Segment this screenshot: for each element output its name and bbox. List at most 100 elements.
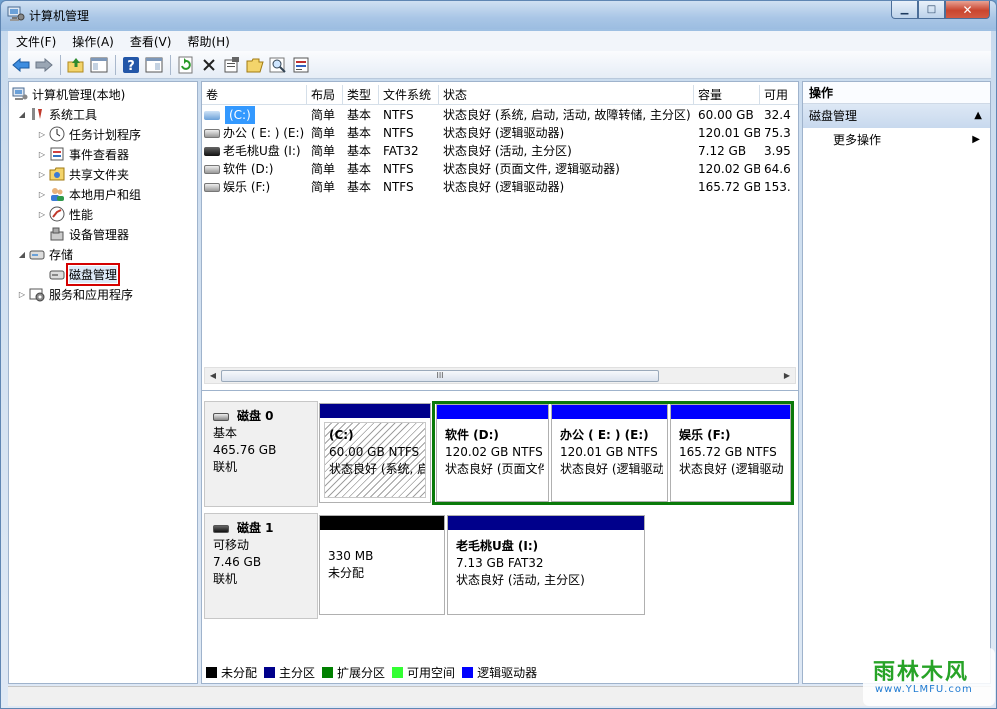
- more-actions-item[interactable]: 更多操作 ▶: [803, 128, 990, 152]
- table-row[interactable]: 办公 ( E: ) (E:) 简单 基本 NTFS 状态良好 (逻辑驱动器) 1…: [202, 124, 798, 142]
- partition-e[interactable]: 办公 ( E: ) (E:) 120.01 GB NTFS 状态良好 (逻辑驱动: [551, 404, 668, 502]
- col-header-capacity[interactable]: 容量: [694, 85, 760, 105]
- forward-button[interactable]: [33, 54, 55, 76]
- help-button[interactable]: ?: [120, 54, 142, 76]
- expanded-arrow-icon[interactable]: ◢: [17, 250, 27, 259]
- partition-size: 120.01 GB NTFS: [560, 445, 658, 459]
- minimize-icon: ▁: [900, 4, 909, 15]
- legend-swatch: [206, 666, 217, 678]
- actions-title: 操作: [803, 82, 990, 104]
- tree-item-device-manager[interactable]: 设备管理器: [49, 225, 129, 243]
- tree-item-system-tools[interactable]: ◢ 系统工具: [17, 105, 97, 123]
- search-button[interactable]: [267, 54, 289, 76]
- collapsed-arrow-icon[interactable]: ▷: [37, 150, 47, 159]
- legend-item: 可用空间: [392, 664, 455, 681]
- partition-c[interactable]: (C:) 60.00 GB NTFS 状态良好 (系统, 启: [319, 403, 431, 503]
- collapsed-arrow-icon[interactable]: ▷: [37, 210, 47, 219]
- menu-help[interactable]: 帮助(H): [179, 33, 237, 50]
- legend-swatch: [264, 666, 276, 678]
- tree-item-services-apps[interactable]: ▷ 服务和应用程序: [17, 285, 133, 303]
- disk0-name: 磁盘 0: [237, 409, 274, 423]
- col-header-free[interactable]: 可用: [760, 85, 798, 105]
- search-icon: [269, 57, 286, 73]
- collapse-up-icon[interactable]: ▲: [974, 104, 982, 128]
- menu-file[interactable]: 文件(F): [8, 33, 64, 50]
- primary-partition-bar: [448, 516, 644, 530]
- actions-section-disk-management[interactable]: 磁盘管理 ▲: [803, 104, 990, 128]
- table-row[interactable]: (C:) 简单 基本 NTFS 状态良好 (系统, 启动, 活动, 故障转储, …: [202, 106, 798, 124]
- legend-swatch: [322, 666, 334, 678]
- computer-management-icon: [7, 6, 25, 22]
- tree-item-storage[interactable]: ◢ 存储: [17, 245, 73, 263]
- partition-i[interactable]: 老毛桃U盘 (I:) 7.13 GB FAT32 状态良好 (活动, 主分区): [447, 515, 645, 615]
- table-row[interactable]: 娱乐 (F:) 简单 基本 NTFS 状态良好 (逻辑驱动器) 165.72 G…: [202, 178, 798, 196]
- show-hide-tree-button[interactable]: [88, 54, 110, 76]
- col-header-status[interactable]: 状态: [439, 85, 694, 105]
- scroll-grip: III: [436, 371, 444, 380]
- disk-management-icon: [49, 266, 65, 282]
- tree-item-disk-management[interactable]: 磁盘管理: [49, 262, 121, 286]
- partition-f[interactable]: 娱乐 (F:) 165.72 GB NTFS 状态良好 (逻辑驱动: [670, 404, 791, 502]
- tree-item-task-scheduler[interactable]: ▷ 任务计划程序: [37, 125, 141, 143]
- partition-d[interactable]: 软件 (D:) 120.02 GB NTFS 状态良好 (页面文件: [436, 404, 549, 502]
- event-viewer-icon: [49, 146, 65, 162]
- table-row[interactable]: 老毛桃U盘 (I:) 简单 基本 FAT32 状态良好 (活动, 主分区) 7.…: [202, 142, 798, 160]
- table-row[interactable]: 软件 (D:) 简单 基本 NTFS 状态良好 (页面文件, 逻辑驱动器) 12…: [202, 160, 798, 178]
- partition-body: 软件 (D:) 120.02 GB NTFS 状态良好 (页面文件: [441, 423, 544, 497]
- col-header-layout[interactable]: 布局: [307, 85, 343, 105]
- delete-icon: [203, 58, 215, 71]
- tree-item-event-viewer[interactable]: ▷ 事件查看器: [37, 145, 129, 163]
- col-header-volume[interactable]: 卷: [202, 85, 307, 105]
- tree-item-performance[interactable]: ▷ 性能: [37, 205, 93, 223]
- title-bar[interactable]: 计算机管理 ▁ □ ✕: [1, 1, 996, 29]
- disk0-type: 基本: [213, 426, 238, 440]
- maximize-button[interactable]: □: [918, 1, 945, 19]
- export-button[interactable]: [290, 54, 312, 76]
- back-button[interactable]: [10, 54, 32, 76]
- up-button[interactable]: [65, 54, 87, 76]
- tree-item-shared-folders[interactable]: ▷ 共享文件夹: [37, 165, 129, 183]
- watermark-url: www.YLMFU.com: [875, 684, 973, 695]
- menu-view[interactable]: 查看(V): [122, 33, 180, 50]
- disk1-status: 联机: [213, 572, 238, 586]
- show-hide-action-button[interactable]: [143, 54, 165, 76]
- col-header-type[interactable]: 类型: [343, 85, 379, 105]
- delete-button[interactable]: [198, 54, 220, 76]
- usb-drive-icon: [204, 146, 220, 156]
- close-button[interactable]: ✕: [945, 1, 990, 19]
- cell-layout: 简单: [311, 126, 336, 140]
- properties-button[interactable]: [221, 54, 243, 76]
- scroll-right-icon[interactable]: ▶: [780, 369, 794, 383]
- expanded-arrow-icon[interactable]: ◢: [17, 110, 27, 119]
- scroll-thumb[interactable]: III: [221, 370, 659, 382]
- menu-action[interactable]: 操作(A): [64, 33, 122, 50]
- disk0-label[interactable]: 磁盘 0 基本 465.76 GB 联机: [204, 401, 318, 507]
- tree-item-root[interactable]: 计算机管理(本地): [12, 85, 125, 103]
- back-icon: [12, 57, 30, 72]
- disk1-label[interactable]: 磁盘 1 可移动 7.46 GB 联机: [204, 513, 318, 619]
- performance-icon: [49, 206, 65, 222]
- minimize-button[interactable]: ▁: [891, 1, 918, 19]
- partition-title: 娱乐 (F:): [679, 428, 731, 442]
- console-tree: 计算机管理(本地) ◢ 系统工具 ▷ 任务计划程序 ▷ 事件查看器 ▷ 共享文件…: [8, 81, 198, 684]
- legend-item: 逻辑驱动器: [462, 664, 537, 681]
- col-header-filesystem[interactable]: 文件系统: [379, 85, 439, 105]
- primary-partition-bar: [320, 404, 430, 418]
- collapsed-arrow-icon[interactable]: ▷: [37, 170, 47, 179]
- collapsed-arrow-icon[interactable]: ▷: [37, 190, 47, 199]
- tree-label: 本地用户和组: [69, 187, 142, 202]
- tree-label: 事件查看器: [69, 147, 130, 162]
- collapsed-arrow-icon[interactable]: ▷: [17, 290, 27, 299]
- logical-drive-bar: [552, 405, 667, 419]
- actions-section-label: 磁盘管理: [809, 109, 858, 123]
- tree-item-local-users[interactable]: ▷ 本地用户和组: [37, 185, 141, 203]
- open-button[interactable]: [244, 54, 266, 76]
- unallocated-space[interactable]: 330 MB 未分配: [319, 515, 445, 615]
- volume-list: (C:) 简单 基本 NTFS 状态良好 (系统, 启动, 活动, 故障转储, …: [202, 106, 798, 196]
- scroll-left-icon[interactable]: ◀: [206, 369, 220, 383]
- partition-status: 状态良好 (逻辑驱动: [679, 462, 784, 476]
- horizontal-scrollbar[interactable]: ◀ III ▶: [204, 367, 796, 384]
- refresh-button[interactable]: [175, 54, 197, 76]
- volume-name: (C:): [225, 106, 255, 124]
- collapsed-arrow-icon[interactable]: ▷: [37, 130, 47, 139]
